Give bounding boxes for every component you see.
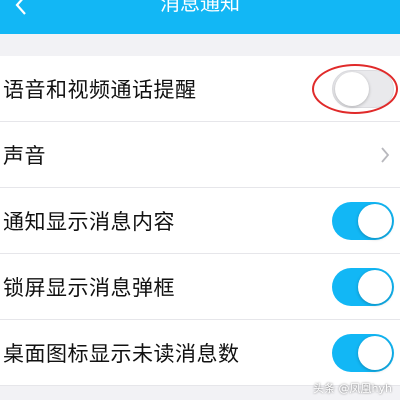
toggle-knob [358,269,392,304]
setting-badge-count: 桌面图标显示未读消息数 [0,320,400,386]
lockscreen-popup-toggle[interactable] [332,267,394,306]
setting-label: 通知显示消息内容 [3,209,175,234]
setting-show-content: 通知显示消息内容 [0,188,400,254]
toggle-knob [358,335,392,370]
show-content-toggle[interactable] [332,201,394,240]
chevron-right-icon [381,146,390,163]
page-title: 消息通知 [160,0,240,15]
setting-label: 锁屏显示消息弹框 [3,275,175,300]
setting-lockscreen-popup: 锁屏显示消息弹框 [0,254,400,320]
setting-sound[interactable]: 声音 [0,122,400,188]
setting-label: 桌面图标显示未读消息数 [3,341,240,366]
setting-call-reminder: 语音和视频通话提醒 [0,56,400,122]
highlight-circle [312,63,398,114]
setting-label: 语音和视频通话提醒 [3,77,197,102]
setting-label: 声音 [3,143,46,168]
watermark: 头条 @凤凰hyh [313,382,392,395]
toggle-knob [358,203,392,238]
header-bar: 消息通知 [0,0,400,34]
badge-count-toggle[interactable] [332,333,394,372]
settings-list: 语音和视频通话提醒 声音 通知显示消息内容 锁屏显示消息弹框 桌面图标显示未读消… [0,56,400,386]
